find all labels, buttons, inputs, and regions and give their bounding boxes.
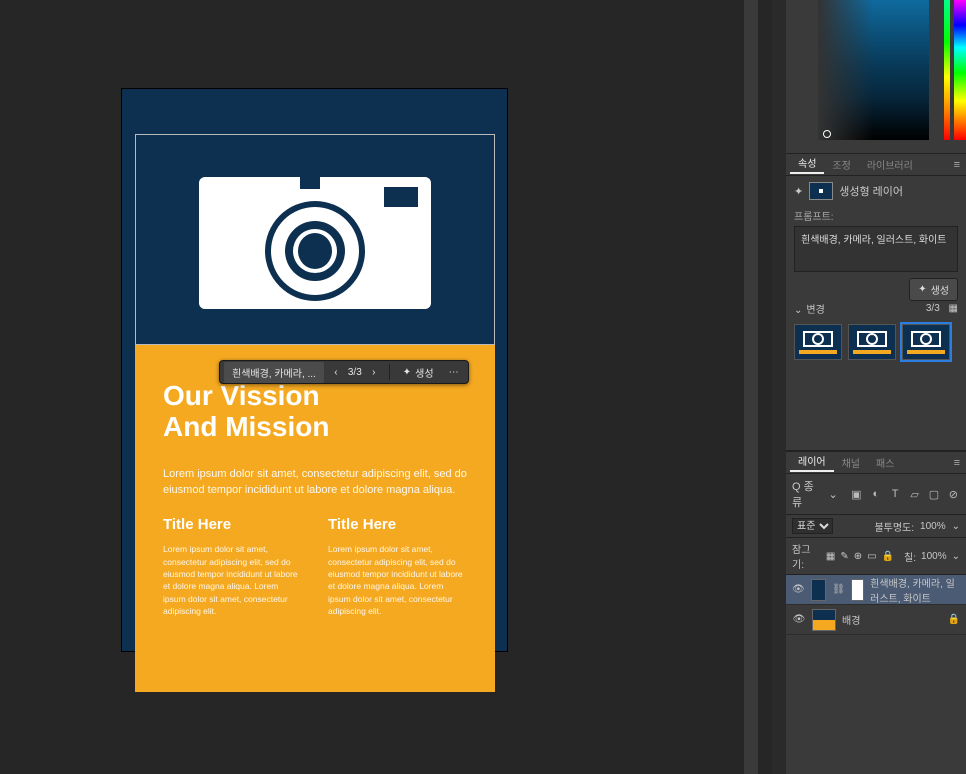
layer-row-background[interactable]: 👁 배경 🔒 (786, 605, 966, 635)
prompt-textarea[interactable]: 흰색배경, 카메라, 일러스트, 화이트 (794, 226, 958, 272)
tab-adjustments[interactable]: 조정 (824, 157, 858, 172)
variations-label: 변경 (806, 305, 824, 316)
selection-frame[interactable] (135, 134, 495, 345)
color-cursor[interactable] (823, 130, 831, 138)
lock-position-icon[interactable]: ⊕ (854, 551, 862, 562)
prompt-chip[interactable]: 흰색배경, 카메라, ... (224, 362, 324, 383)
canvas-area: Our Vission And Mission Lorem ipsum dolo… (0, 0, 758, 774)
column-1: Title Here Lorem ipsum dolor sit amet, c… (163, 516, 302, 617)
layer-type-thumb (809, 182, 833, 200)
secondary-hue-strip[interactable] (944, 0, 950, 140)
layers-menu-button[interactable]: ≡ (954, 457, 960, 469)
filter-image-icon[interactable]: ▣ (850, 488, 863, 501)
columns: Title Here Lorem ipsum dolor sit amet, c… (163, 516, 467, 617)
link-icon[interactable]: ⛓ (832, 584, 845, 595)
fill-label: 칠: (904, 549, 916, 564)
filter-adjust-icon[interactable]: ◐ (869, 488, 882, 500)
variation-thumb-2[interactable] (848, 324, 896, 360)
grid-icon[interactable]: ▦ (949, 303, 958, 314)
prev-variation-button[interactable]: ‹ (326, 362, 346, 382)
lock-label: 잠그기: (792, 541, 821, 571)
properties-generate-button[interactable]: ✦ 생성 (909, 278, 958, 301)
variation-thumb-3[interactable] (902, 324, 950, 360)
col1-body: Lorem ipsum dolor sit amet, consectetur … (163, 543, 302, 617)
layer-name[interactable]: 흰색배경, 카메라, 일러스트, 화이트 (870, 575, 960, 605)
properties-tabs: 속성 조정 라이브러리 ≡ (786, 154, 966, 176)
layer-mask-thumb[interactable] (851, 579, 864, 601)
generate-button[interactable]: ✦ 생성 (395, 362, 442, 383)
layer-filter-label[interactable]: Q 종류 (792, 478, 822, 510)
layer-name[interactable]: 배경 (842, 612, 860, 627)
opacity-value[interactable]: 100% (920, 521, 946, 532)
tab-properties[interactable]: 속성 (790, 155, 824, 174)
generate-label: 생성 (415, 365, 433, 380)
variations-count: 3/3 (926, 303, 940, 314)
panel-gap (772, 0, 786, 774)
chevron-down-icon[interactable]: ⌄ (952, 551, 960, 562)
col2-title: Title Here (328, 516, 467, 533)
layer-blend-row: 표준 불투명도: 100% ⌄ (786, 515, 966, 538)
filter-smart-icon[interactable]: ▢ (927, 488, 940, 501)
layer-thumb[interactable] (812, 609, 836, 631)
col2-body: Lorem ipsum dolor sit amet, consectetur … (328, 543, 467, 617)
filter-type-icon[interactable]: T (888, 488, 901, 500)
lead-text: Lorem ipsum dolor sit amet, consectetur … (163, 467, 467, 499)
filter-shape-icon[interactable]: ▱ (908, 488, 921, 501)
layer-type-label: 생성형 레이어 (839, 183, 903, 199)
variation-thumb-1[interactable] (794, 324, 842, 360)
more-options-button[interactable]: ⋯ (444, 362, 464, 382)
color-field[interactable] (818, 0, 929, 140)
heading-line2: And Mission (163, 411, 329, 442)
lock-artboard-icon[interactable]: ▭ (867, 551, 876, 562)
layers-panel: 레이어 채널 패스 ≡ Q 종류 ⌄ ▣ ◐ T ▱ ▢ ⊘ 표준 불투명도: … (786, 451, 966, 774)
next-variation-button[interactable]: › (364, 362, 384, 382)
opacity-label: 불투명도: (874, 519, 914, 534)
tab-paths[interactable]: 패스 (868, 455, 902, 470)
sparkle-icon: ✦ (794, 185, 803, 198)
chevron-down-icon[interactable]: ⌄ (828, 488, 837, 501)
layer-lock-row: 잠그기: ▦ ✎ ⊕ ▭ 🔒 칠: 100% ⌄ (786, 538, 966, 575)
variation-thumbs (794, 324, 958, 360)
lock-pixels-icon[interactable]: ▦ (826, 551, 835, 562)
layer-list: 👁 ⛓ 흰색배경, 카메라, 일러스트, 화이트 👁 배경 🔒 (786, 575, 966, 774)
separator (389, 364, 390, 380)
canvas-scrollbar[interactable] (744, 0, 758, 774)
layers-tabs: 레이어 채널 패스 ≡ (786, 452, 966, 474)
camera-icon (190, 165, 440, 315)
blend-mode-select[interactable]: 표준 (792, 518, 833, 534)
visibility-toggle[interactable]: 👁 (792, 614, 806, 625)
heading-line1: Our Vission (163, 380, 320, 411)
layer-thumb[interactable] (811, 579, 827, 601)
layer-row-generative[interactable]: 👁 ⛓ 흰색배경, 카메라, 일러스트, 화이트 (786, 575, 966, 605)
generate-icon: ✦ (918, 284, 926, 295)
variation-counter: 3/3 (348, 367, 362, 378)
main-heading: Our Vission And Mission (163, 381, 467, 443)
col1-title: Title Here (163, 516, 302, 533)
properties-panel: ✦ 생성형 레이어 프롬프트: 흰색배경, 카메라, 일러스트, 화이트 ✦ 생… (786, 176, 966, 451)
chevron-down-icon[interactable]: ⌄ (952, 521, 960, 532)
lock-all-icon[interactable]: 🔒 (882, 551, 894, 562)
content-block: Our Vission And Mission Lorem ipsum dolo… (135, 345, 495, 692)
layer-filter-row: Q 종류 ⌄ ▣ ◐ T ▱ ▢ ⊘ (786, 474, 966, 515)
right-panels: 속성 조정 라이브러리 ≡ ✦ 생성형 레이어 프롬프트: 흰색배경, 카메라,… (786, 0, 966, 774)
filter-toggle-icon[interactable]: ⊘ (947, 488, 960, 501)
tab-layers[interactable]: 레이어 (790, 453, 834, 472)
hue-strip[interactable] (954, 0, 966, 140)
panel-menu-button[interactable]: ≡ (954, 159, 960, 171)
lock-icon[interactable]: 🔒 (948, 614, 960, 625)
column-2: Title Here Lorem ipsum dolor sit amet, c… (328, 516, 467, 617)
tab-channels[interactable]: 채널 (834, 455, 868, 470)
fill-value[interactable]: 100% (921, 551, 947, 562)
prompt-label: 프롬프트: (794, 208, 958, 223)
visibility-toggle[interactable]: 👁 (792, 584, 805, 595)
generate-label: 생성 (931, 282, 949, 297)
layer-type-row: ✦ 생성형 레이어 (794, 182, 958, 200)
tab-libraries[interactable]: 라이브러리 (859, 157, 921, 172)
color-picker-panel (786, 0, 966, 154)
variations-header[interactable]: ⌄ 변경 3/3 ▦ (794, 301, 958, 316)
lock-brush-icon[interactable]: ✎ (840, 551, 848, 562)
chevron-down-icon: ⌄ (794, 305, 802, 316)
generate-icon: ✦ (403, 367, 411, 378)
context-taskbar: 흰색배경, 카메라, ... ‹ 3/3 › ✦ 생성 ⋯ (219, 360, 469, 384)
